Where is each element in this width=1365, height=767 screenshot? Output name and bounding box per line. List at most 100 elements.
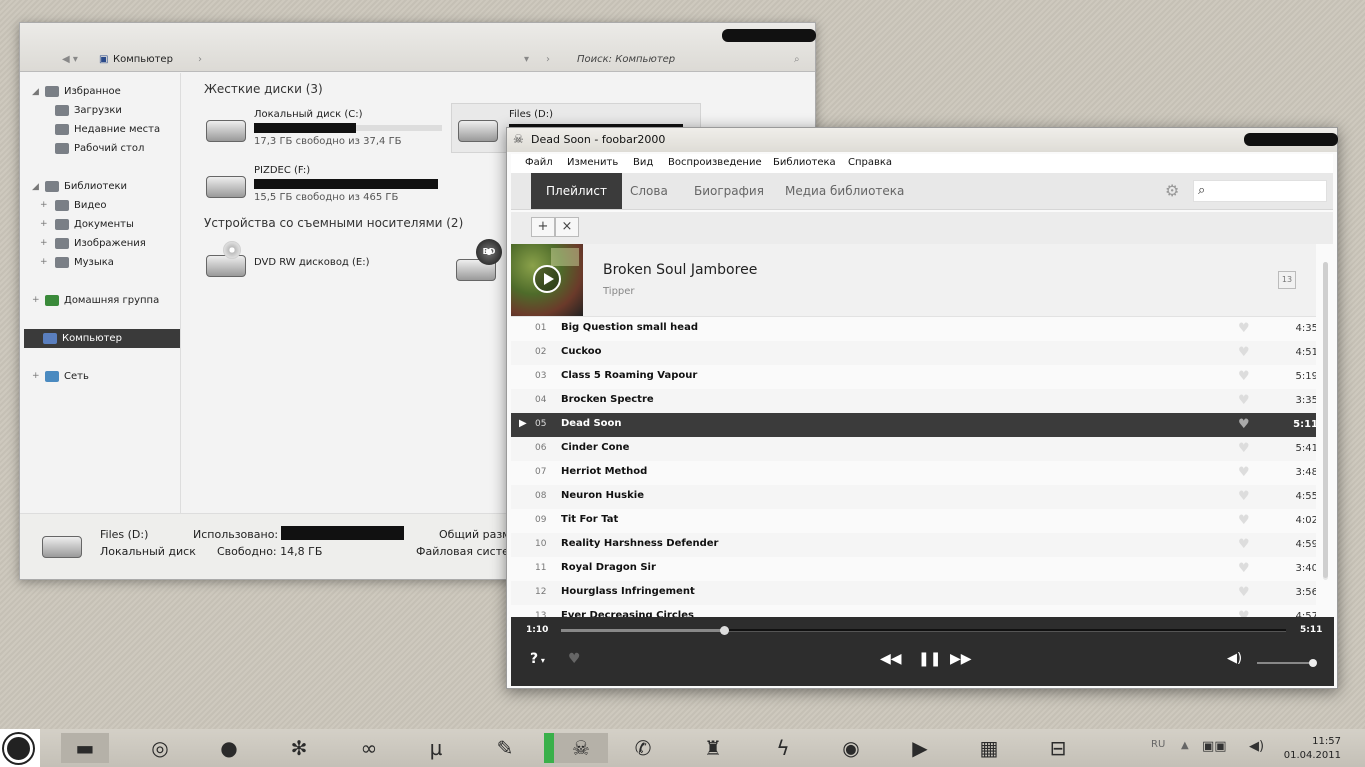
heart-icon[interactable]: ♥ <box>1238 321 1250 336</box>
volume-knob[interactable] <box>1309 659 1317 667</box>
nav-recent[interactable]: Недавние места <box>55 122 160 138</box>
gear-icon[interactable]: ⚙ <box>1165 181 1179 200</box>
play-overlay-icon[interactable] <box>533 265 561 293</box>
heart-icon[interactable]: ♥ <box>1238 369 1250 384</box>
heart-icon[interactable]: ♥ <box>1238 585 1250 600</box>
wrench-taskbar-button[interactable]: ✆ <box>628 733 658 763</box>
heart-icon[interactable]: ♥ <box>1238 345 1250 360</box>
language-indicator[interactable]: RU <box>1151 739 1165 750</box>
share-taskbar-button[interactable]: ∞ <box>354 733 384 763</box>
tray-apps-icon[interactable]: ▣▣ <box>1202 739 1227 754</box>
tab-biography[interactable]: Биография <box>679 173 779 209</box>
nav-network[interactable]: Сеть <box>45 369 89 385</box>
back-icon[interactable]: ◀ ▾ <box>62 52 78 68</box>
track-row[interactable]: 12 Hourglass Infringement ♥ 3:56 <box>511 581 1316 605</box>
heart-icon[interactable]: ♥ <box>1238 489 1250 504</box>
menu-view[interactable]: Вид <box>633 157 653 168</box>
search-icon[interactable]: ⌕ <box>794 52 800 68</box>
track-row[interactable]: 11 Royal Dragon Sir ♥ 3:40 <box>511 557 1316 581</box>
utorrent-taskbar-button[interactable]: µ <box>421 733 451 763</box>
play-taskbar-button[interactable]: ▶ <box>905 733 935 763</box>
nav-images[interactable]: Изображения <box>55 236 146 252</box>
nav-favorites[interactable]: Избранное <box>45 84 121 100</box>
skype-taskbar-button[interactable]: ● <box>214 733 244 763</box>
order-button[interactable]: ? ▾ <box>530 651 545 667</box>
menu-library[interactable]: Библиотека <box>773 157 836 168</box>
track-row[interactable]: ▶ 05 Dead Soon ♥ 5:11 <box>511 413 1316 437</box>
clock[interactable]: 11:57 01.04.2011 <box>1284 735 1341 763</box>
feather-taskbar-button[interactable]: ✎ <box>490 733 520 763</box>
expand-icon[interactable]: + <box>40 219 48 229</box>
remove-playlist-button[interactable]: × <box>555 217 579 237</box>
heart-icon[interactable]: ♥ <box>1238 393 1250 408</box>
tab-playlist[interactable]: Плейлист <box>531 173 622 209</box>
track-row[interactable]: 13 Ever Decreasing Circles ♥ 4:57 <box>511 605 1316 617</box>
foobar-titlebar[interactable]: ☠ Dead Soon - foobar2000 <box>507 128 1338 152</box>
nav-downloads[interactable]: Загрузки <box>55 103 122 119</box>
heart-icon[interactable]: ♥ <box>1238 609 1250 617</box>
foobar-window[interactable]: ☠ Dead Soon - foobar2000 Файл Изменить В… <box>506 127 1338 689</box>
search-input[interactable]: Поиск: Компьютер <box>577 52 675 68</box>
address-dropdown-icon[interactable]: ▾ <box>524 52 529 68</box>
previous-button[interactable]: ◀◀ <box>880 651 902 667</box>
track-row[interactable]: 04 Brocken Spectre ♥ 3:35 <box>511 389 1316 413</box>
track-row[interactable]: 06 Cinder Cone ♥ 5:41 <box>511 437 1316 461</box>
expand-icon[interactable]: + <box>32 371 40 381</box>
expand-icon[interactable]: + <box>40 200 48 210</box>
folder-taskbar-button[interactable]: ▬ <box>61 733 109 763</box>
expand-icon[interactable]: + <box>40 238 48 248</box>
nav-documents[interactable]: Документы <box>55 217 134 233</box>
window-controls[interactable] <box>722 29 816 42</box>
collapse-icon[interactable]: ◢ <box>32 182 39 192</box>
track-row[interactable]: 08 Neuron Huskie ♥ 4:55 <box>511 485 1316 509</box>
brush-taskbar-button[interactable]: ♜ <box>698 733 728 763</box>
tab-lyrics[interactable]: Слова <box>615 173 683 209</box>
breadcrumb[interactable]: Компьютер <box>113 52 173 68</box>
next-button[interactable]: ▶▶ <box>950 651 972 667</box>
heart-icon[interactable]: ♥ <box>568 651 581 667</box>
nav-videos[interactable]: Видео <box>55 198 107 214</box>
menu-edit[interactable]: Изменить <box>567 157 618 168</box>
track-row[interactable]: 01 Big Question small head ♥ 4:35 <box>511 317 1316 341</box>
nav-desktop[interactable]: Рабочий стол <box>55 141 144 157</box>
collapse-icon[interactable]: ◢ <box>32 87 39 97</box>
nav-computer[interactable]: Компьютер <box>24 329 180 348</box>
window-controls[interactable] <box>1244 133 1338 146</box>
nav-libraries[interactable]: Библиотеки <box>45 179 127 195</box>
chip-taskbar-button[interactable]: ▦ <box>974 733 1004 763</box>
scrollbar[interactable] <box>1323 262 1328 580</box>
menu-help[interactable]: Справка <box>848 157 892 168</box>
menu-file[interactable]: Файл <box>525 157 553 168</box>
flower-taskbar-button[interactable]: ✻ <box>284 733 314 763</box>
heart-icon[interactable]: ♥ <box>1238 441 1250 456</box>
heart-icon[interactable]: ♥ <box>1238 561 1250 576</box>
explorer-titlebar[interactable]: ◀ ▾ ▣ Компьютер › ▾ › Поиск: Компьютер ⌕ <box>20 23 816 72</box>
foobar-taskbar-button[interactable]: ☠ <box>544 733 608 763</box>
track-row[interactable]: 02 Cuckoo ♥ 4:51 <box>511 341 1316 365</box>
track-row[interactable]: 07 Herriot Method ♥ 3:48 <box>511 461 1316 485</box>
track-row[interactable]: 03 Class 5 Roaming Vapour ♥ 5:19 <box>511 365 1316 389</box>
add-playlist-button[interactable]: + <box>531 217 555 237</box>
heart-icon[interactable]: ♥ <box>1238 537 1250 552</box>
nav-music[interactable]: Музыка <box>55 255 114 271</box>
disc-taskbar-button[interactable]: ◉ <box>836 733 866 763</box>
track-row[interactable]: 10 Reality Harshness Defender ♥ 4:59 <box>511 533 1316 557</box>
seek-bar[interactable] <box>561 626 1286 635</box>
nav-homegroup[interactable]: Домашняя группа <box>45 293 159 309</box>
heart-icon[interactable]: ♥ <box>1238 465 1250 480</box>
expand-icon[interactable]: + <box>40 257 48 267</box>
heart-icon[interactable]: ♥ <box>1238 417 1250 432</box>
volume-icon[interactable]: ◀) <box>1227 651 1242 666</box>
connector-taskbar-button[interactable]: ⊟ <box>1043 733 1073 763</box>
lightning-taskbar-button[interactable]: ϟ <box>768 733 798 763</box>
menu-playback[interactable]: Воспроизведение <box>668 157 762 168</box>
refresh-icon[interactable]: › <box>546 52 550 68</box>
tray-expand-icon[interactable]: ▲ <box>1181 740 1189 751</box>
tab-media-library[interactable]: Медиа библиотека <box>770 173 919 209</box>
pause-button[interactable]: ❚❚ <box>918 651 941 667</box>
volume-slider[interactable] <box>1257 659 1317 667</box>
track-row[interactable]: 09 Tit For Tat ♥ 4:02 <box>511 509 1316 533</box>
seek-knob[interactable] <box>720 626 730 635</box>
expand-icon[interactable]: + <box>32 295 40 305</box>
breadcrumb-chevron-icon[interactable]: › <box>198 52 202 68</box>
